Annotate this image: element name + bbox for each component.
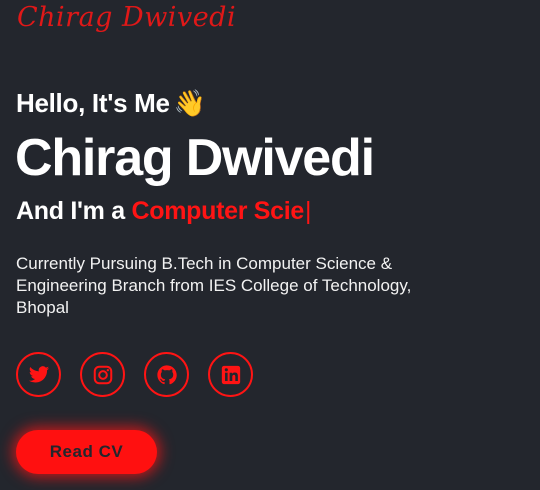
instagram-icon (93, 365, 112, 384)
greeting-text: Hello, It's Me (16, 88, 170, 118)
github-link[interactable] (144, 352, 189, 397)
github-icon (156, 364, 177, 384)
role-line: And I'm a Computer Scie| (16, 197, 312, 226)
twitter-link[interactable] (16, 352, 61, 397)
site-logo[interactable]: Chirag Dwivedi (17, 2, 236, 33)
hero-description: Currently Pursuing B.Tech in Computer Sc… (16, 254, 412, 317)
linkedin-link[interactable] (208, 352, 253, 397)
twitter-icon (28, 365, 49, 383)
read-cv-button[interactable]: Read CV (16, 430, 157, 474)
typing-cursor: | (305, 197, 312, 225)
greeting-heading: Hello, It's Me 👋 (16, 88, 206, 119)
waving-hand-icon: 👋 (173, 88, 206, 118)
instagram-link[interactable] (80, 352, 125, 397)
hero-name: Chirag Dwivedi (15, 129, 375, 187)
role-typed-text: Computer Scie (131, 197, 304, 225)
role-prefix: And I'm a (16, 197, 125, 225)
social-links (16, 352, 253, 397)
linkedin-icon (221, 365, 240, 384)
